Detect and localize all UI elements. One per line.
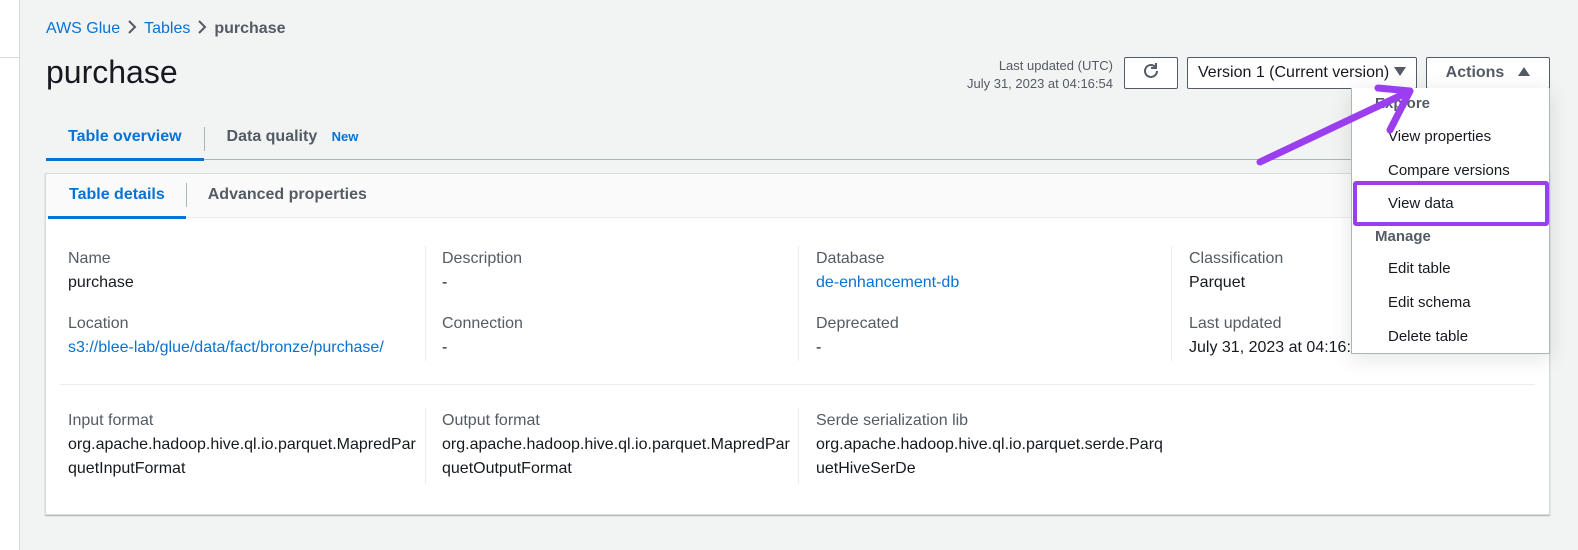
field-label: Deprecated xyxy=(816,315,899,332)
field-label: Description xyxy=(442,250,523,267)
table-details-panel: Table details Advanced properties Name p… xyxy=(45,173,1550,515)
field-value: - xyxy=(442,339,448,356)
menu-item-delete-table[interactable]: Delete table xyxy=(1388,328,1468,345)
field-description: Description - xyxy=(442,247,522,295)
field-serde-lib: Serde serialization lib org.apache.hadoo… xyxy=(816,409,1163,481)
rail-divider xyxy=(0,57,20,58)
field-database: Database de-enhancement-db xyxy=(816,247,959,295)
field-classification: Classification Parquet xyxy=(1189,247,1283,295)
field-value: - xyxy=(816,339,822,356)
field-deprecated: Deprecated - xyxy=(816,312,899,360)
chevron-right-icon xyxy=(190,19,214,39)
column-divider xyxy=(425,408,426,484)
field-name: Name purchase xyxy=(68,247,134,295)
section-divider xyxy=(60,384,1535,385)
tab-advanced-properties[interactable]: Advanced properties xyxy=(187,174,388,218)
column-divider xyxy=(425,246,426,361)
field-label: Connection xyxy=(442,315,523,332)
field-value-line1: org.apache.hadoop.hive.ql.io.parquet.Map… xyxy=(442,436,790,453)
field-last-updated: Last updated July 31, 2023 at 04:16:5 xyxy=(1189,312,1360,360)
page-title: purchase xyxy=(46,54,178,90)
tab-table-details[interactable]: Table details xyxy=(48,174,186,219)
field-label: Database xyxy=(816,250,885,267)
actions-button-label: Actions xyxy=(1445,64,1505,81)
field-label: Input format xyxy=(68,412,154,429)
side-navigation-rail xyxy=(0,0,20,550)
last-updated-label: Last updated (UTC) xyxy=(998,58,1113,73)
view-data-highlight-box xyxy=(1353,181,1549,226)
field-location: Location s3://blee-lab/glue/data/fact/br… xyxy=(68,312,384,360)
menu-item-edit-table[interactable]: Edit table xyxy=(1388,260,1451,277)
breadcrumb-link-tables[interactable]: Tables xyxy=(144,20,190,38)
field-label: Last updated xyxy=(1189,315,1282,332)
tab-table-overview[interactable]: Table overview xyxy=(46,118,204,161)
panel-tabs: Table details Advanced properties xyxy=(46,174,1549,219)
last-updated-info: Last updated (UTC) July 31, 2023 at 04:1… xyxy=(967,57,1113,93)
breadcrumb: AWS Glue Tables purchase xyxy=(46,18,285,40)
last-updated-value: July 31, 2023 at 04:16:54 xyxy=(966,76,1113,91)
new-badge: New xyxy=(331,129,359,144)
field-value-line1: org.apache.hadoop.hive.ql.io.parquet.Map… xyxy=(68,436,416,453)
field-label: Serde serialization lib xyxy=(816,412,969,429)
column-divider xyxy=(798,408,799,484)
field-label: Name xyxy=(68,250,111,267)
field-value-line1: org.apache.hadoop.hive.ql.io.parquet.ser… xyxy=(816,436,1163,453)
database-link[interactable]: de-enhancement-db xyxy=(816,271,959,295)
field-label: Location xyxy=(68,315,129,332)
field-value: July 31, 2023 at 04:16:5 xyxy=(1189,339,1360,356)
tab-data-quality[interactable]: Data quality New xyxy=(205,118,381,160)
version-select-label: Version 1 (Current version) xyxy=(1198,64,1390,81)
refresh-button[interactable] xyxy=(1124,57,1178,89)
caret-down-icon xyxy=(1394,64,1406,82)
tab-data-quality-label: Data quality xyxy=(226,128,318,145)
top-tabs: Table overview Data quality New xyxy=(46,118,1356,161)
column-divider xyxy=(798,246,799,361)
annotation-arrow-icon xyxy=(1256,84,1414,166)
column-divider xyxy=(1171,246,1172,361)
breadcrumb-link-aws-glue[interactable]: AWS Glue xyxy=(46,20,120,38)
field-value-line2: quetInputFormat xyxy=(68,460,186,477)
field-output-format: Output format org.apache.hadoop.hive.ql.… xyxy=(442,409,790,481)
menu-group-manage: Manage xyxy=(1375,228,1431,245)
breadcrumb-current: purchase xyxy=(214,20,286,37)
field-label: Classification xyxy=(1189,250,1284,267)
field-value: - xyxy=(442,274,448,291)
field-value: Parquet xyxy=(1189,274,1246,291)
location-link[interactable]: s3://blee-lab/glue/data/fact/bronze/purc… xyxy=(68,336,384,360)
refresh-icon xyxy=(1141,61,1161,86)
chevron-right-icon xyxy=(120,19,144,39)
field-connection: Connection - xyxy=(442,312,523,360)
actions-button[interactable]: Actions xyxy=(1426,57,1550,89)
field-input-format: Input format org.apache.hadoop.hive.ql.i… xyxy=(68,409,416,481)
field-value-line2: quetOutputFormat xyxy=(442,460,572,477)
menu-item-edit-schema[interactable]: Edit schema xyxy=(1388,294,1471,311)
field-label: Output format xyxy=(442,412,540,429)
caret-up-icon xyxy=(1518,66,1531,80)
field-value: purchase xyxy=(68,274,134,291)
field-value-line2: uetHiveSerDe xyxy=(816,460,916,477)
